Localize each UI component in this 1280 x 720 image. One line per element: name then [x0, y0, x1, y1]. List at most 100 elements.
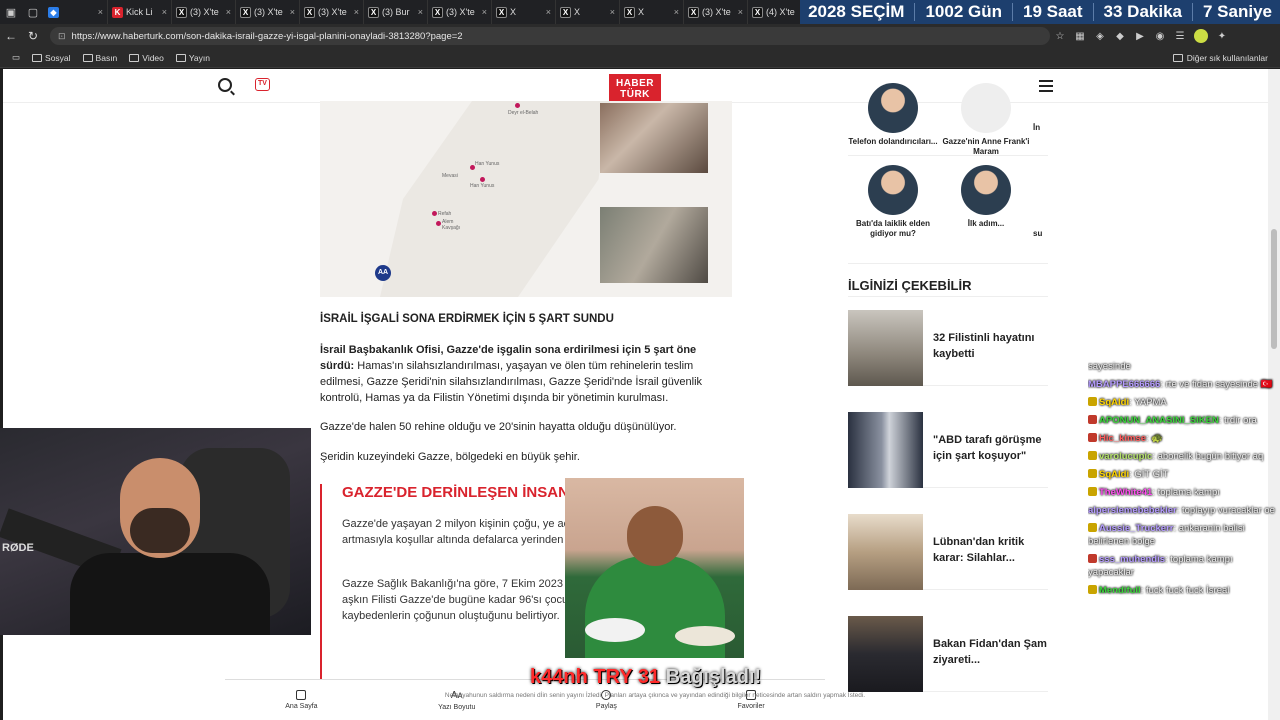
card-title: "ABD tarafı görüşme için şart koşuyor": [933, 434, 1042, 462]
topic-item[interactable]: İn: [1033, 123, 1048, 133]
browser-tab[interactable]: X (3) X'te ×: [684, 0, 748, 24]
site-header: TV HABER TÜRK: [3, 69, 1268, 104]
video-overlay: [565, 478, 744, 658]
browser-tab[interactable]: X (3) Bur ×: [364, 0, 428, 24]
map-place-label: Mevasi: [442, 173, 458, 179]
badge-icon: [1088, 523, 1097, 532]
x-icon: X: [368, 6, 379, 18]
extension-icon[interactable]: ◉: [1150, 31, 1170, 42]
bookmark-folder-video[interactable]: Video: [129, 53, 164, 63]
other-bookmarks[interactable]: Diğer sık kullanılanlar: [1172, 52, 1268, 63]
related-card[interactable]: Bakan Fidan'dan Şam ziyareti...: [848, 616, 1048, 692]
related-card[interactable]: 32 Filistinli hayatını kaybetti: [848, 310, 1048, 386]
favorites-icon[interactable]: ☰: [1170, 31, 1190, 42]
folder-icon: [129, 53, 140, 62]
close-icon[interactable]: ×: [610, 7, 615, 17]
card-title: Lübnan'dan kritik karar: Silahlar...: [933, 536, 1025, 564]
extension-icon[interactable]: ▶: [1130, 31, 1150, 42]
topic-item[interactable]: Batı'da laiklik elden gidiyor mu?: [848, 165, 938, 239]
reload-icon[interactable]: ↻: [22, 29, 44, 43]
chat-username[interactable]: Hic_kimse: [1099, 433, 1146, 444]
nav-home[interactable]: Ana Sayfa: [285, 690, 318, 710]
topic-item[interactable]: İlk adım...: [941, 165, 1031, 229]
bookmark-tabs-icon[interactable]: ▭: [12, 52, 20, 63]
card-thumbnail: [848, 514, 923, 590]
extension-icon[interactable]: ▦: [1070, 31, 1090, 42]
x-icon: X: [752, 6, 763, 18]
close-icon[interactable]: ×: [546, 7, 551, 17]
chat-username[interactable]: alperslemebebekler: [1088, 505, 1177, 516]
chat-username[interactable]: Mendifull: [1099, 585, 1141, 596]
search-icon[interactable]: [218, 78, 232, 92]
folder-icon: [32, 53, 43, 62]
chat-username[interactable]: MBAPPE666666: [1088, 379, 1160, 390]
favorite-star-icon[interactable]: ☆: [1050, 31, 1070, 42]
topic-item[interactable]: su: [1033, 229, 1048, 239]
article-paragraph: Gazze'de halen 50 rehine olduğu ve 20'si…: [320, 421, 677, 433]
close-icon[interactable]: ×: [98, 7, 103, 17]
bookmark-label: Video: [142, 52, 164, 63]
tab-label: (3) X'te: [254, 7, 283, 17]
card-title: 32 Filistinli hayatını kaybetti: [933, 332, 1035, 360]
topic-item[interactable]: Gazze'nin Anne Frank'i Maram: [941, 83, 1031, 157]
browser-tab[interactable]: X (3) X'te ×: [300, 0, 364, 24]
map-place-label: Kavşağı: [442, 225, 461, 231]
copilot-icon[interactable]: ✦: [1212, 31, 1232, 42]
close-icon[interactable]: ×: [482, 7, 487, 17]
profile-icon[interactable]: ▣: [0, 0, 22, 24]
bookmark-folder-yayin[interactable]: Yayın: [175, 53, 210, 63]
map-marker: [480, 177, 485, 182]
chat-username[interactable]: sss_muhendis: [1099, 554, 1165, 565]
chat-username[interactable]: Aussie_Truckerr: [1099, 523, 1173, 534]
browser-tab[interactable]: K Kick Li ×: [108, 0, 172, 24]
bookmark-label: Sosyal: [45, 52, 71, 63]
browser-tab[interactable]: X (3) X'te ×: [428, 0, 492, 24]
close-icon[interactable]: ×: [226, 7, 231, 17]
chat-message: TheWhite41: toplama kampı: [1088, 486, 1278, 499]
bookmark-folder-basin[interactable]: Basın: [82, 53, 117, 63]
extension-icon[interactable]: ◈: [1090, 31, 1110, 42]
tab-label: (4) X'te: [766, 7, 795, 17]
map-photo: [600, 207, 708, 283]
browser-tab[interactable]: X (3) X'te ×: [236, 0, 300, 24]
related-card[interactable]: Lübnan'dan kritik karar: Silahlar...: [848, 514, 1048, 590]
menu-icon[interactable]: [1039, 80, 1053, 95]
browser-tab[interactable]: X (3) X'te ×: [172, 0, 236, 24]
chat-username[interactable]: varolucupic: [1099, 451, 1152, 462]
bookmark-folder-sosyal[interactable]: Sosyal: [32, 53, 71, 63]
browser-tab[interactable]: ◆ ×: [44, 0, 108, 24]
donation-alert: k44nh TRY 31 Bağışladı!: [530, 666, 761, 689]
chat-username[interactable]: SqAldi: [1099, 397, 1129, 408]
close-icon[interactable]: ×: [290, 7, 295, 17]
close-icon[interactable]: ×: [354, 7, 359, 17]
badge-icon: [1088, 415, 1097, 424]
browser-tab[interactable]: X X ×: [556, 0, 620, 24]
chat-message: alperslemebebekler: toplayıp vuracaklar …: [1088, 504, 1278, 517]
chat-text: : toplayıp vuracaklar oe: [1176, 505, 1275, 516]
chat-username[interactable]: TheWhite41: [1099, 487, 1152, 498]
close-icon[interactable]: ×: [738, 7, 743, 17]
url-field[interactable]: ⊡ https://www.haberturk.com/son-dakika-i…: [50, 27, 1050, 45]
extension-icon[interactable]: ◆: [1110, 31, 1130, 42]
avatar[interactable]: [1194, 29, 1208, 43]
browser-tab[interactable]: X X ×: [492, 0, 556, 24]
site-logo[interactable]: HABER TÜRK: [609, 74, 661, 104]
tab-actions-icon[interactable]: ▢: [22, 0, 44, 24]
tv-icon[interactable]: TV: [255, 78, 270, 91]
donation-message: Netanyahunun saldırma nedeni dİin senin …: [444, 692, 866, 699]
nav-label: Yazı Boyutu: [438, 703, 476, 711]
chat-text: : GİT GİT: [1129, 469, 1169, 480]
chat-username[interactable]: APONUN_ANASINI_SIKEN: [1099, 415, 1219, 426]
related-heading: İLGİNİZİ ÇEKEBİLİR: [848, 278, 972, 293]
close-icon[interactable]: ×: [674, 7, 679, 17]
topic-item[interactable]: Telefon dolandırıcıları...: [848, 83, 938, 147]
scroll-thumb[interactable]: [1271, 229, 1277, 349]
close-icon[interactable]: ×: [162, 7, 167, 17]
close-icon[interactable]: ×: [418, 7, 423, 17]
chat-username[interactable]: SqAldi: [1099, 469, 1129, 480]
browser-tab[interactable]: X X ×: [620, 0, 684, 24]
topic-label: İn: [1033, 123, 1041, 132]
back-icon[interactable]: ←: [0, 29, 22, 43]
bookmark-label: Diğer sık kullanılanlar: [1186, 52, 1268, 63]
related-card[interactable]: "ABD tarafı görüşme için şart koşuyor": [848, 412, 1048, 488]
